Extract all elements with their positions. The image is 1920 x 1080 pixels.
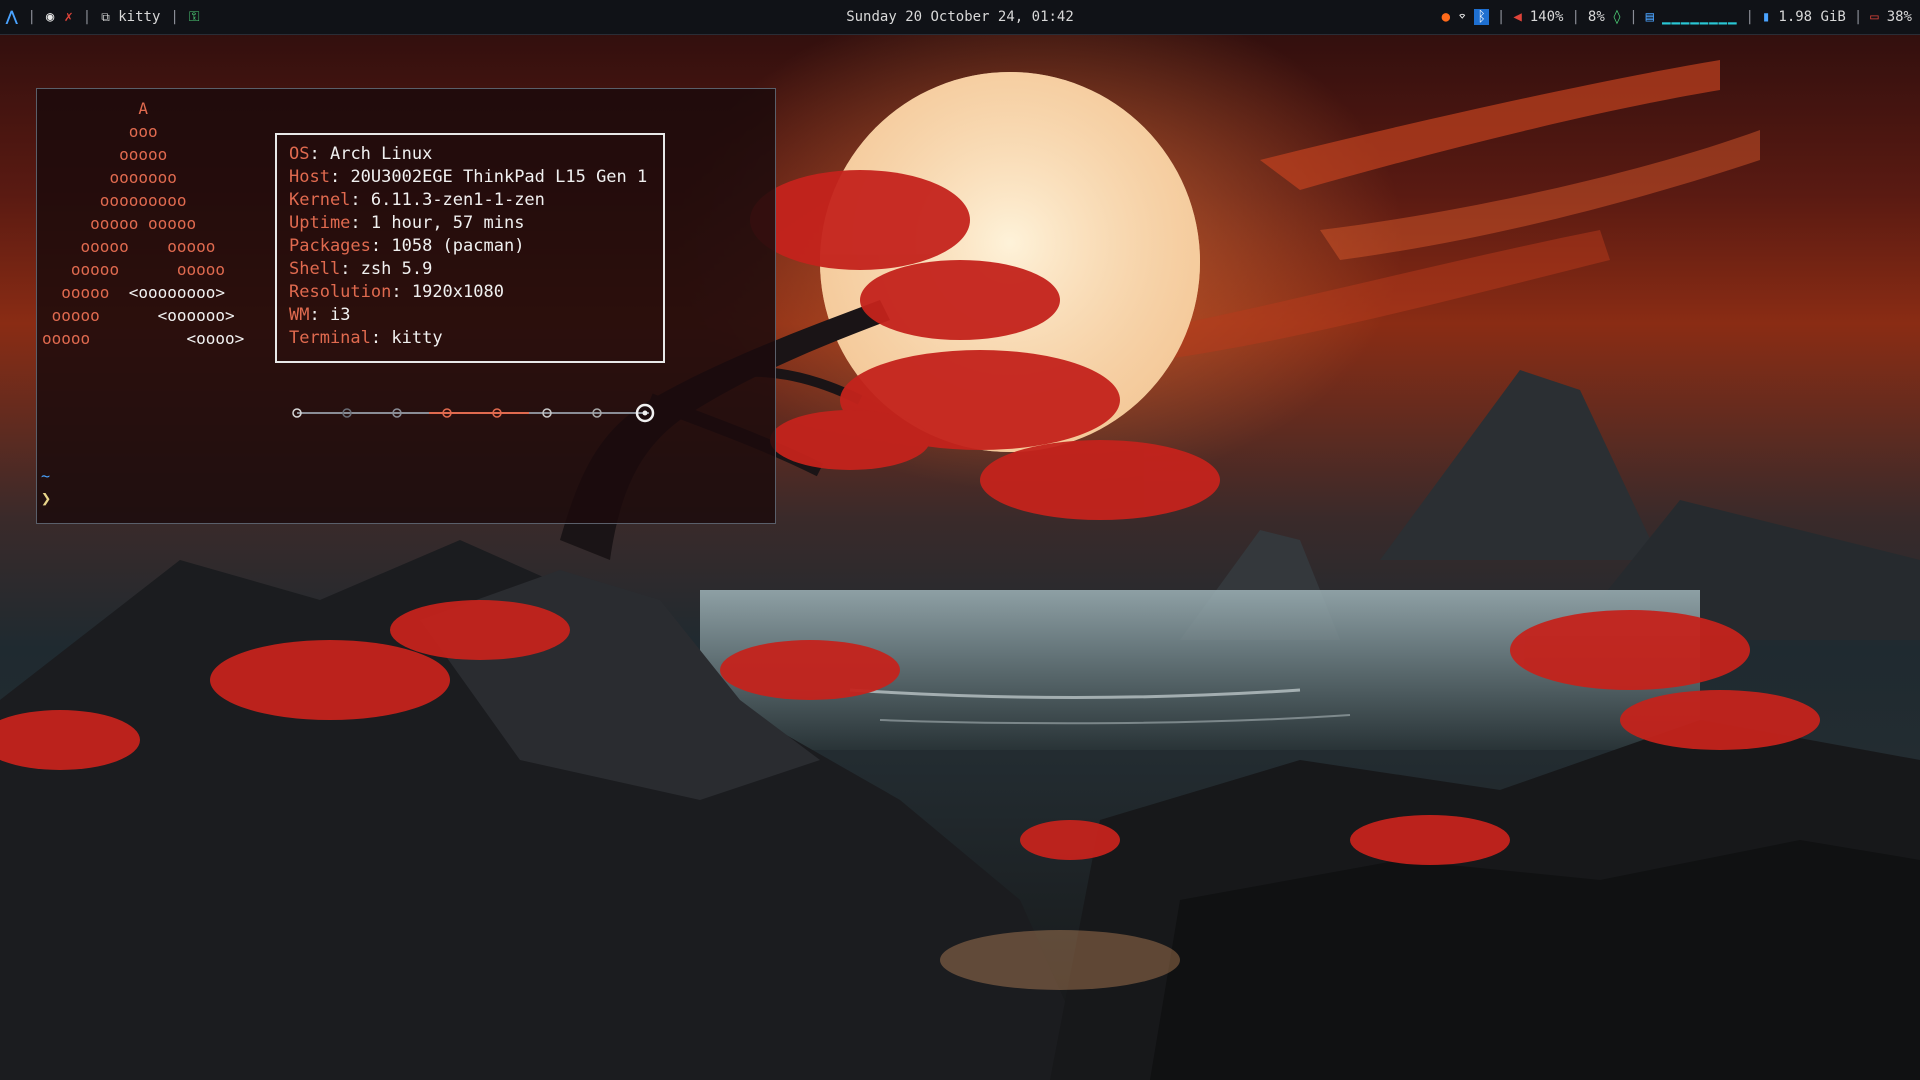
fetch-info-value: 20U3002EGE ThinkPad L15 Gen 1 xyxy=(350,167,648,187)
ascii-logo-segment: ooooooo xyxy=(109,168,177,187)
separator: | xyxy=(1496,9,1506,25)
ascii-logo-segment: ooo xyxy=(128,122,158,141)
clock[interactable]: Sunday 20 October 24, 01:42 xyxy=(846,9,1074,25)
fetch-info-value: 6.11.3-zen1-1-zen xyxy=(370,190,545,210)
arch-linux-icon[interactable]: ⋀ xyxy=(6,9,17,25)
separator: | xyxy=(1745,9,1754,25)
ascii-logo-line: ooooooo xyxy=(42,166,244,189)
fetch-info-line: Shell: zsh 5.9 xyxy=(289,259,433,279)
fetch-info-key: Uptime xyxy=(289,213,351,233)
bluetooth-icon[interactable]: ᛒ xyxy=(1474,9,1489,25)
fetch-info-key: Terminal xyxy=(289,328,371,348)
ascii-logo-segment-white: <oooooo> xyxy=(157,306,235,325)
separator: | xyxy=(1571,9,1580,25)
fetch-info-key: OS xyxy=(289,144,310,164)
firefox-icon[interactable]: ● xyxy=(1442,9,1450,25)
ascii-logo-segment-white: <oooo> xyxy=(186,329,245,348)
fetch-info-value: kitty xyxy=(391,328,443,348)
window-title-label: kitty xyxy=(118,9,161,25)
fetch-info-key: Packages xyxy=(289,236,371,256)
workspace-area: ⋀ | ◉ ✗ | ⧉ kitty | ⚿ xyxy=(0,9,200,25)
prompt-directory: ~ xyxy=(41,467,51,485)
status-modules: ● ⌔ ᛒ | ◀ 140% | 8% ◊ | ▤ ▁▁▁▁▁▁▁▁ | ▮ 1… xyxy=(1442,0,1912,34)
arch-ascii-logo: A ooo ooooo ooooooo ooooooooo ooooo oooo… xyxy=(42,97,244,350)
ascii-logo-line: ooooooooo xyxy=(42,189,244,212)
ascii-logo-line: ooooo ooooo xyxy=(42,212,244,235)
memory-icon: ▮ xyxy=(1761,9,1771,25)
fetch-info-line: Host: 20U3002EGE ThinkPad L15 Gen 1 xyxy=(289,167,648,187)
fetch-info-value: Arch Linux xyxy=(329,144,433,164)
fetch-info-line: Kernel: 6.11.3-zen1-1-zen xyxy=(289,190,545,210)
kitty-terminal-window[interactable]: A ooo ooooo ooooooo ooooooooo ooooo oooo… xyxy=(36,88,776,524)
fetch-info-key: WM xyxy=(289,305,310,325)
brightness-level[interactable]: 8% xyxy=(1588,9,1605,25)
ascii-logo-segment: ooooo xyxy=(61,283,129,302)
fetch-info-line: Terminal: kitty xyxy=(289,328,443,348)
ascii-logo-segment: A xyxy=(138,99,148,118)
fetch-info-value: 1920x1080 xyxy=(411,282,504,302)
ascii-logo-segment: ooooo xyxy=(119,145,168,164)
window-title[interactable]: ⧉ kitty xyxy=(101,9,160,25)
battery-icon: ▭ xyxy=(1870,9,1879,25)
ascii-logo-segment-white: <oooooooo> xyxy=(128,283,226,302)
fetch-info-value: 1058 (pacman) xyxy=(391,236,525,256)
wifi-icon[interactable]: ⌔ xyxy=(1458,9,1466,25)
window-icon: ⧉ xyxy=(101,10,110,24)
color-palette-dots xyxy=(292,403,655,423)
ascii-logo-line: ooooo <oooooooo> xyxy=(42,281,244,304)
fetch-info-key: Kernel xyxy=(289,190,351,210)
cpu-icon: ▤ xyxy=(1645,9,1655,25)
ascii-logo-line: ooooo <oooooo> xyxy=(42,304,244,327)
cpu-graph[interactable]: ▁▁▁▁▁▁▁▁ xyxy=(1662,9,1737,25)
ascii-logo-line: ooooo <oooo> xyxy=(42,327,244,350)
workspace-circle-icon[interactable]: ◉ xyxy=(46,9,54,25)
separator: | xyxy=(170,9,179,25)
ascii-logo-segment: ooooo ooooo xyxy=(90,214,197,233)
top-status-bar: ⋀ | ◉ ✗ | ⧉ kitty | ⚿ Sunday 20 October … xyxy=(0,0,1920,35)
separator: | xyxy=(1629,9,1638,25)
shield-icon: ◊ xyxy=(1612,9,1622,25)
ascii-logo-segment: ooooooooo xyxy=(99,191,187,210)
ascii-logo-line: ooooo xyxy=(42,143,244,166)
fetch-info-key: Host xyxy=(289,167,330,187)
ascii-logo-segment: ooooo xyxy=(42,329,187,348)
separator: | xyxy=(27,9,36,25)
fetch-info-line: WM: i3 xyxy=(289,305,351,325)
ascii-logo-segment: ooooo xyxy=(51,306,158,325)
ascii-logo-line: ooooo ooooo xyxy=(42,235,244,258)
fetch-info-value: zsh 5.9 xyxy=(360,259,433,279)
separator: | xyxy=(1853,9,1863,25)
separator: | xyxy=(82,9,92,25)
fetch-info-key: Shell xyxy=(289,259,341,279)
ascii-logo-line: A xyxy=(42,97,244,120)
ascii-logo-line: ooooo ooooo xyxy=(42,258,244,281)
prompt-symbol[interactable]: ❯ xyxy=(41,489,51,509)
fetch-info-line: Packages: 1058 (pacman) xyxy=(289,236,525,256)
fetch-info-lines: OS: Arch Linux Host: 20U3002EGE ThinkPad … xyxy=(289,143,647,350)
fetch-info-line: Uptime: 1 hour, 57 mins xyxy=(289,213,525,233)
volume-icon[interactable]: ◀ xyxy=(1513,9,1521,25)
fetch-info-value: 1 hour, 57 mins xyxy=(370,213,525,233)
volume-level[interactable]: 140% xyxy=(1530,9,1564,25)
kitty-icon[interactable]: ✗ xyxy=(64,9,72,25)
lock-icon[interactable]: ⚿ xyxy=(189,9,200,25)
fetch-info-line: OS: Arch Linux xyxy=(289,144,433,164)
fetch-info-key: Resolution xyxy=(289,282,392,302)
ascii-logo-segment: ooooo ooooo xyxy=(70,260,226,279)
ascii-logo-line: ooo xyxy=(42,120,244,143)
fetch-info-value: i3 xyxy=(329,305,351,325)
battery-level[interactable]: 38% xyxy=(1887,9,1912,25)
ascii-logo-segment: ooooo ooooo xyxy=(80,237,216,256)
memory-usage[interactable]: 1.98 GiB xyxy=(1778,9,1845,25)
fetch-info-line: Resolution: 1920x1080 xyxy=(289,282,504,302)
